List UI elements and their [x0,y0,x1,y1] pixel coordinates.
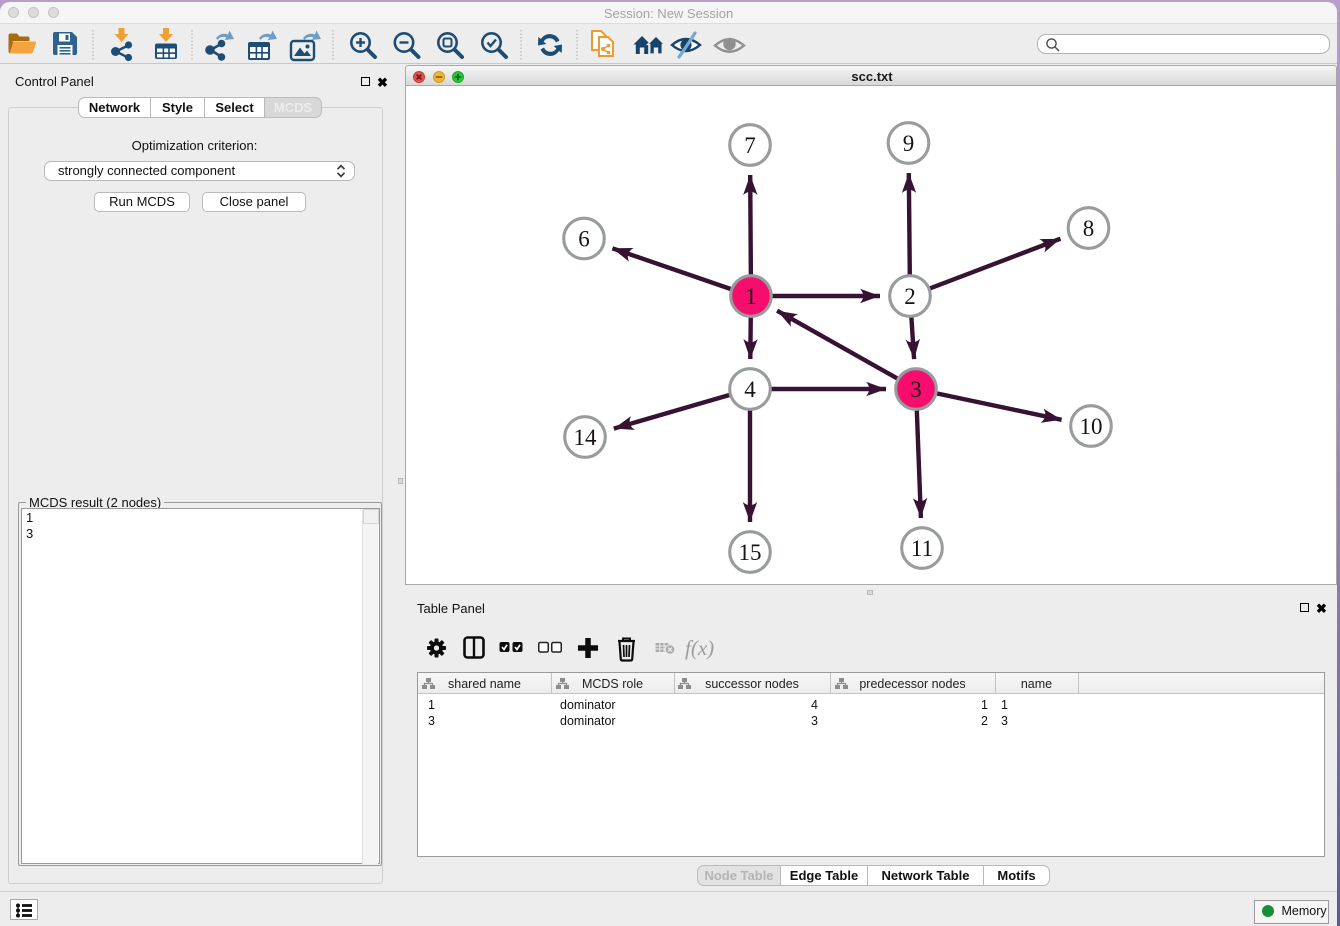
svg-text:14: 14 [574,425,598,450]
svg-text:4: 4 [744,377,756,402]
svg-text:3: 3 [910,377,922,402]
svg-text:2: 2 [904,284,916,309]
svg-text:11: 11 [911,536,933,561]
svg-text:6: 6 [578,227,590,252]
svg-text:8: 8 [1083,216,1095,241]
svg-text:15: 15 [739,540,762,565]
svg-text:f(x): f(x) [685,636,714,660]
svg-text:7: 7 [744,133,756,158]
svg-text:1: 1 [745,284,757,309]
svg-text:10: 10 [1080,414,1103,439]
svg-text:9: 9 [903,131,915,156]
